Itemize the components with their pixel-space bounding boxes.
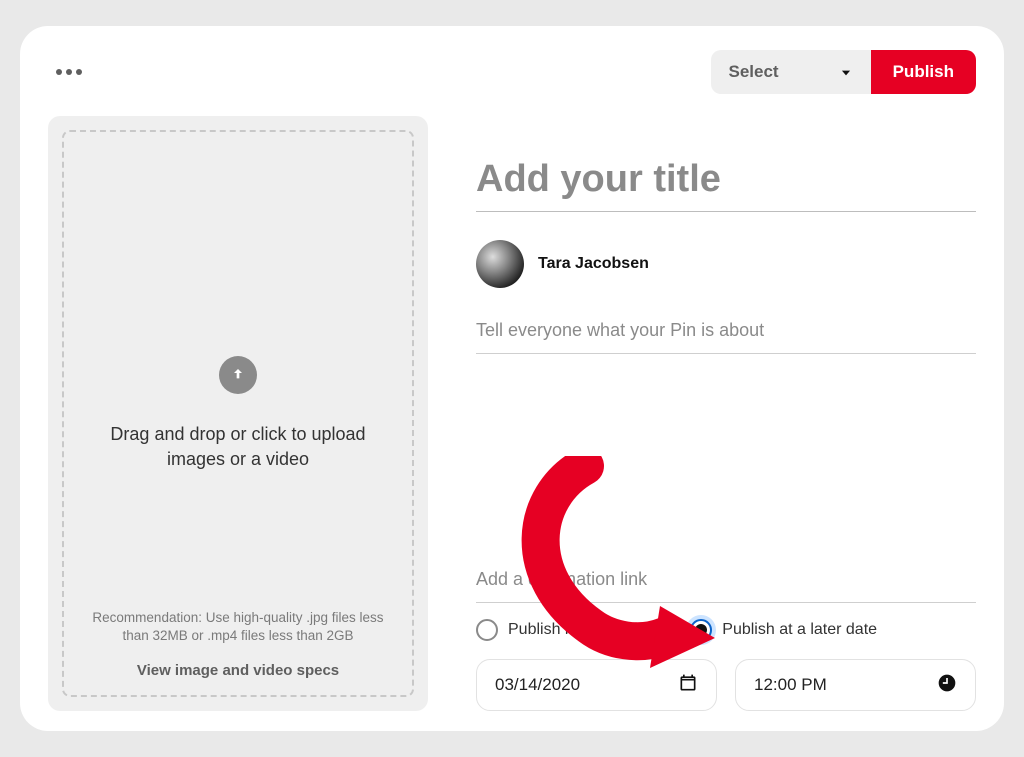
dot-icon	[76, 69, 82, 75]
destination-link-input[interactable]	[476, 561, 976, 603]
upload-dropzone[interactable]: Drag and drop or click to upload images …	[62, 130, 414, 697]
top-bar: Select Publish	[48, 50, 976, 94]
publish-button[interactable]: Publish	[871, 50, 976, 94]
time-picker[interactable]: 12:00 PM	[735, 659, 976, 711]
radio-publish-immediately[interactable]: Publish immediately	[476, 619, 650, 641]
time-value: 12:00 PM	[754, 675, 827, 695]
chevron-down-icon	[839, 65, 853, 79]
radio-circle-icon	[690, 619, 712, 641]
description-input[interactable]	[476, 312, 976, 354]
upload-arrow-icon	[219, 356, 257, 394]
radio-label: Publish at a later date	[722, 621, 877, 639]
spacer	[476, 354, 976, 561]
author-name: Tara Jacobsen	[538, 255, 649, 273]
avatar	[476, 240, 524, 288]
calendar-icon	[678, 673, 698, 698]
content-columns: Drag and drop or click to upload images …	[48, 116, 976, 711]
dot-icon	[56, 69, 62, 75]
radio-publish-later[interactable]: Publish at a later date	[690, 619, 877, 641]
view-specs-link[interactable]: View image and video specs	[64, 662, 412, 679]
author-row: Tara Jacobsen	[476, 240, 976, 288]
pin-details-column: Tara Jacobsen Publish immediately Publis…	[476, 116, 976, 711]
board-select-dropdown[interactable]: Select	[711, 50, 871, 94]
more-options-button[interactable]	[48, 61, 90, 83]
title-input[interactable]	[476, 152, 976, 212]
upload-recommendation: Recommendation: Use high-quality .jpg fi…	[82, 609, 394, 645]
radio-circle-icon	[476, 619, 498, 641]
publish-controls: Select Publish	[711, 50, 977, 94]
clock-icon	[937, 673, 957, 698]
schedule-pickers: 03/14/2020 12:00 PM	[476, 659, 976, 711]
date-value: 03/14/2020	[495, 675, 580, 695]
upload-panel: Drag and drop or click to upload images …	[48, 116, 428, 711]
date-picker[interactable]: 03/14/2020	[476, 659, 717, 711]
publish-timing-radios: Publish immediately Publish at a later d…	[476, 619, 976, 641]
board-select-label: Select	[729, 62, 779, 82]
pin-builder-card: Select Publish Drag and drop or click to…	[20, 26, 1004, 731]
dot-icon	[66, 69, 72, 75]
radio-label: Publish immediately	[508, 621, 650, 639]
upload-instructions: Drag and drop or click to upload images …	[108, 422, 368, 471]
